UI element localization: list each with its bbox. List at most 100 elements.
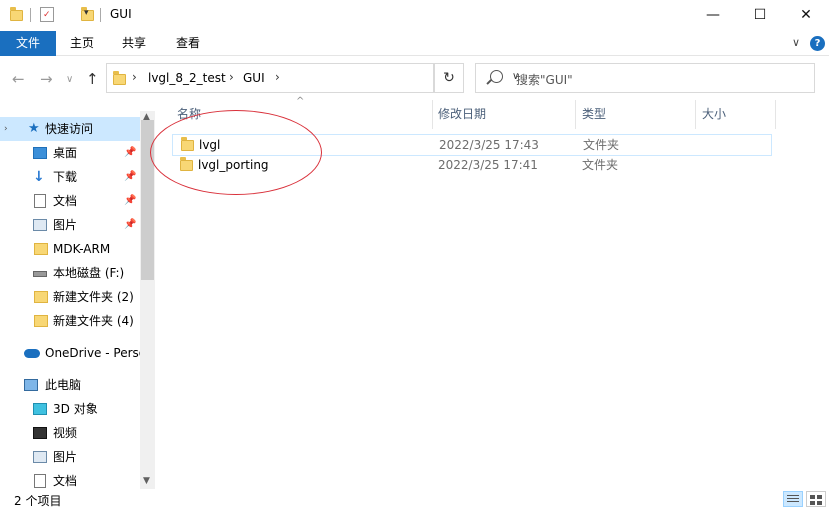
- download-icon: ↓: [33, 169, 45, 185]
- sidebar-item-onedrive[interactable]: OneDrive - Perso: [0, 341, 140, 365]
- computer-icon: [24, 379, 38, 391]
- divider: [30, 8, 31, 22]
- address-bar[interactable]: › lvgl_8_2_test › GUI › ∨: [106, 63, 519, 93]
- maximize-button[interactable]: ☐: [737, 0, 783, 31]
- sidebar-item-documents-pc[interactable]: 文档: [0, 469, 140, 489]
- window-title: GUI: [110, 7, 132, 21]
- file-date: 2022/3/25 17:41: [438, 158, 538, 172]
- file-date: 2022/3/25 17:43: [439, 138, 539, 152]
- sort-ascending-icon: ^: [296, 96, 305, 107]
- tab-home[interactable]: 主页: [56, 31, 108, 56]
- chevron-right-icon[interactable]: ›: [275, 70, 280, 84]
- drive-icon: [33, 271, 47, 277]
- sidebar-item-new-folder-2[interactable]: 新建文件夹 (2): [0, 285, 140, 309]
- sidebar-item-pictures-pc[interactable]: 图片: [0, 445, 140, 469]
- chevron-right-icon[interactable]: ›: [132, 70, 137, 84]
- sidebar-item-label: MDK-ARM: [53, 242, 111, 256]
- expand-ribbon-icon[interactable]: ∨: [792, 36, 800, 49]
- properties-icon[interactable]: ✓: [40, 7, 54, 22]
- navigation-pane: › ★ 快速访问 桌面 📌 ↓ 下载 📌 文档 📌 图片 📌 MDK-ARM 本…: [0, 111, 140, 489]
- pin-icon: 📌: [124, 171, 137, 182]
- annotation-ellipse: [150, 110, 322, 195]
- item-count: 2 个项目: [14, 494, 62, 508]
- tab-view[interactable]: 查看: [160, 31, 216, 56]
- file-type: 文件夹: [582, 158, 619, 172]
- video-icon: [33, 427, 47, 439]
- sidebar-item-documents[interactable]: 文档 📌: [0, 189, 140, 213]
- column-header-size[interactable]: 大小: [702, 100, 726, 129]
- sidebar-item-desktop[interactable]: 桌面 📌: [0, 141, 140, 165]
- folder-icon: [10, 7, 23, 21]
- folder-icon: [34, 243, 48, 255]
- sidebar-item-quick-access[interactable]: › ★ 快速访问: [0, 117, 140, 141]
- search-box[interactable]: 搜索"GUI": [475, 63, 815, 93]
- picture-icon: [33, 451, 47, 463]
- sidebar-item-pictures[interactable]: 图片 📌: [0, 213, 140, 237]
- sidebar-item-label: 图片: [53, 450, 78, 464]
- chevron-down-icon[interactable]: ›: [4, 117, 8, 141]
- star-icon: ★: [28, 121, 40, 136]
- forward-button[interactable]: →: [40, 70, 53, 88]
- title-bar: ✓ ▾ GUI — ☐ ✕: [0, 0, 829, 31]
- divider: [100, 8, 101, 22]
- pin-icon: 📌: [124, 219, 137, 230]
- status-bar: 2 个项目: [0, 489, 829, 509]
- sidebar-item-3d-objects[interactable]: 3D 对象: [0, 397, 140, 421]
- sidebar-item-label: 桌面: [53, 146, 78, 160]
- cloud-icon: [24, 349, 40, 358]
- picture-icon: [33, 219, 47, 231]
- recent-locations-button[interactable]: ∨: [66, 74, 73, 85]
- sidebar-item-label: 新建文件夹 (4): [53, 314, 134, 328]
- sidebar-item-label: 新建文件夹 (2): [53, 290, 134, 304]
- up-button[interactable]: ↑: [86, 70, 99, 88]
- sidebar-item-this-pc[interactable]: 此电脑: [0, 373, 140, 397]
- ribbon-tabs: 文件 主页 共享 查看 ∨ ?: [0, 31, 829, 56]
- sidebar-item-label: 快速访问: [45, 122, 94, 136]
- breadcrumb-gui[interactable]: GUI: [243, 71, 265, 85]
- tab-share[interactable]: 共享: [108, 31, 160, 56]
- folder-icon: [34, 291, 48, 303]
- divider: [695, 100, 696, 129]
- sidebar-item-label: 此电脑: [45, 378, 82, 392]
- sidebar-item-videos[interactable]: 视频: [0, 421, 140, 445]
- pin-icon: 📌: [124, 195, 137, 206]
- sidebar-item-label: 下载: [53, 170, 78, 184]
- sidebar-item-local-disk-f[interactable]: 本地磁盘 (F:): [0, 261, 140, 285]
- minimize-button[interactable]: —: [690, 0, 736, 31]
- divider: [432, 100, 433, 129]
- sidebar-item-label: OneDrive - Perso: [45, 346, 140, 360]
- customize-toolbar-icon[interactable]: ▾: [84, 8, 89, 18]
- sidebar-item-label: 视频: [53, 426, 78, 440]
- sidebar-item-label: 图片: [53, 218, 78, 232]
- sidebar-item-label: 文档: [53, 474, 78, 488]
- close-button[interactable]: ✕: [783, 0, 829, 31]
- folder-icon: [113, 71, 126, 85]
- sidebar-item-downloads[interactable]: ↓ 下载 📌: [0, 165, 140, 189]
- search-input[interactable]: 搜索"GUI": [516, 71, 573, 88]
- large-icons-view-icon[interactable]: [806, 491, 826, 507]
- sidebar-item-label: 文档: [53, 194, 78, 208]
- breadcrumb-lvgl-8-2-test[interactable]: lvgl_8_2_test: [148, 71, 226, 85]
- divider: [575, 100, 576, 129]
- sidebar-item-label: 本地磁盘 (F:): [53, 266, 125, 280]
- help-icon[interactable]: ?: [810, 36, 825, 51]
- tab-file[interactable]: 文件: [0, 31, 56, 56]
- folder-icon: [34, 315, 48, 327]
- pin-icon: 📌: [124, 147, 137, 158]
- sidebar-item-new-folder-4[interactable]: 新建文件夹 (4): [0, 309, 140, 333]
- details-view-icon[interactable]: [783, 491, 803, 507]
- sidebar-item-mdk-arm[interactable]: MDK-ARM: [0, 237, 140, 261]
- file-type: 文件夹: [583, 138, 620, 152]
- scroll-down-icon[interactable]: ▼: [143, 476, 150, 486]
- chevron-right-icon[interactable]: ›: [229, 70, 234, 84]
- desktop-icon: [33, 147, 47, 159]
- document-icon: [34, 474, 46, 488]
- back-button[interactable]: ←: [12, 70, 25, 88]
- search-icon: [490, 70, 503, 83]
- sidebar-item-label: 3D 对象: [53, 402, 98, 416]
- column-header-type[interactable]: 类型: [582, 100, 606, 129]
- column-header-date[interactable]: 修改日期: [438, 100, 486, 129]
- cube-icon: [33, 403, 47, 415]
- document-icon: [34, 194, 46, 208]
- refresh-button[interactable]: ↻: [434, 63, 464, 93]
